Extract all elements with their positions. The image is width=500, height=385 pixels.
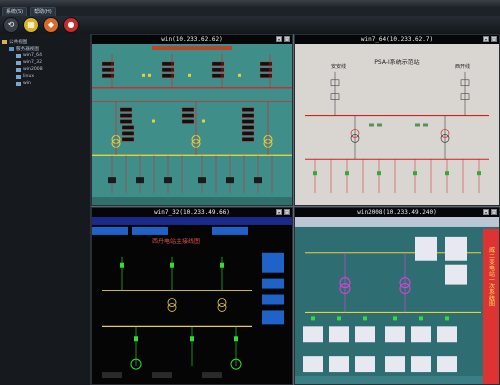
diagram-title: 西丹电站主接线图 [152, 237, 200, 245]
monitor-icon [16, 60, 21, 65]
pane-menu-icon[interactable]: ▾ [276, 209, 282, 215]
pane-maximize-icon[interactable]: □ [491, 209, 497, 215]
tree-item[interactable]: win [2, 80, 90, 87]
remote-pane-win[interactable]: win(10.233.62.62) ▾ □ [91, 34, 293, 206]
menu-help[interactable]: 帮助(H) [30, 6, 56, 17]
substation-diagram[interactable] [92, 44, 292, 205]
tree-item[interactable]: 公共视图 [2, 38, 90, 45]
pane-maximize-icon[interactable]: □ [284, 36, 290, 42]
diagram-title: PSA-I系统示范站 [374, 58, 419, 66]
diagram-canvas: 西丹电站主接线图 [92, 217, 292, 384]
monitor-icon [16, 74, 21, 79]
pane-controls: ▾ □ [483, 209, 497, 215]
tree-item-label: 公共视图 [9, 39, 28, 45]
server-tree-panel: 公共视图 服务器视图 win7_64 win7_32 win2008 linux win [0, 34, 91, 385]
window-titlebar [0, 0, 500, 7]
tree-item-label: 服务器视图 [16, 46, 39, 52]
remote-pane-win7-64[interactable]: win7_64(10.233.62.7) ▾ □ PSA-I系统示范站 安安线 … [294, 34, 500, 206]
monitor-icon [16, 53, 21, 58]
pane-title: win7_64(10.233.62.7) [295, 35, 499, 44]
pane-maximize-icon[interactable]: □ [284, 209, 290, 215]
pane-controls: ▾ □ [276, 209, 290, 215]
stop-icon[interactable]: ● [63, 17, 79, 33]
tile-icon[interactable]: ◆ [43, 17, 59, 33]
side-title: 威二变电站一次系统图 [487, 246, 494, 308]
tree-item[interactable]: linux [2, 73, 90, 80]
server-tree: 公共视图 服务器视图 win7_64 win7_32 win2008 linux win [0, 34, 90, 87]
pane-title: win7_32(10.233.49.66) [92, 208, 292, 217]
menu-system[interactable]: 系统(S) [2, 6, 28, 17]
grid-icon[interactable]: ▦ [23, 17, 39, 33]
tree-item-label: win2008 [23, 67, 43, 72]
diagram-canvas [92, 44, 292, 205]
remote-pane-win7-32[interactable]: win7_32(10.233.49.66) ▾ □ 西丹电站主接线图 [91, 207, 293, 385]
remote-pane-win2008[interactable]: win2008(10.233.49.240) ▾ □ 威二变电站一次系统图 [294, 207, 500, 385]
substation-diagram[interactable]: 西丹电站主接线图 [92, 217, 292, 384]
pane-title: win(10.233.62.62) [92, 35, 292, 44]
refresh-icon[interactable]: ⟲ [3, 17, 19, 33]
tree-item-label: win7_32 [23, 60, 43, 65]
line-label-left: 安安线 [331, 63, 346, 70]
pane-controls: ▾ □ [276, 36, 290, 42]
remote-view-grid: win(10.233.62.62) ▾ □ win7_64(10.233.62.… [91, 34, 500, 385]
tree-item[interactable]: win7_64 [2, 52, 90, 59]
substation-diagram[interactable]: PSA-I系统示范站 安安线 西开线 [295, 44, 499, 205]
pane-maximize-icon[interactable]: □ [491, 36, 497, 42]
folder-icon [2, 39, 7, 44]
tree-item[interactable]: win2008 [2, 66, 90, 73]
toolbar: ⟲ ▦ ◆ ● [0, 16, 500, 34]
diagram-canvas: 威二变电站一次系统图 [295, 217, 499, 384]
substation-diagram[interactable]: 威二变电站一次系统图 [295, 217, 499, 384]
tree-item[interactable]: 服务器视图 [2, 45, 90, 52]
pane-menu-icon[interactable]: ▾ [483, 209, 489, 215]
pane-menu-icon[interactable]: ▾ [483, 36, 489, 42]
menu-bar: 系统(S) 帮助(H) [0, 6, 500, 17]
pane-title: win2008(10.233.49.240) [295, 208, 499, 217]
diagram-canvas: PSA-I系统示范站 安安线 西开线 [295, 44, 499, 205]
tree-item-label: win [23, 81, 31, 86]
tree-item[interactable]: win7_32 [2, 59, 90, 66]
line-label-right: 西开线 [455, 63, 470, 70]
pane-controls: ▾ □ [483, 36, 497, 42]
tree-item-label: win7_64 [23, 53, 43, 58]
monitor-icon [16, 67, 21, 72]
tree-item-label: linux [23, 74, 35, 79]
monitor-icon [16, 81, 21, 86]
pane-menu-icon[interactable]: ▾ [276, 36, 282, 42]
server-group-icon [9, 46, 14, 51]
